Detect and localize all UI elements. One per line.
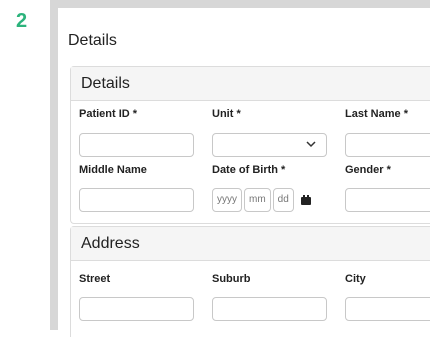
unit-select[interactable] <box>212 133 327 157</box>
dob-month[interactable]: mm <box>244 188 271 212</box>
gender-label: Gender * <box>345 164 391 176</box>
street-input[interactable] <box>79 297 194 321</box>
last-name-input[interactable] <box>345 133 430 157</box>
suburb-label: Suburb <box>212 273 251 285</box>
step-number: 2 <box>16 10 28 32</box>
form-panel: Details Details Patient ID * Unit * Last… <box>58 8 430 337</box>
patient-id-input[interactable] <box>79 133 194 157</box>
middle-name-input[interactable] <box>79 188 194 212</box>
patient-id-label: Patient ID * <box>79 108 138 120</box>
dob-year[interactable]: yyyy <box>212 188 242 212</box>
city-label: City <box>345 273 366 285</box>
last-name-label: Last Name * <box>345 108 408 120</box>
city-input[interactable] <box>345 297 430 321</box>
details-card: Details Patient ID * Unit * Last Name * … <box>70 66 430 224</box>
dob-label: Date of Birth * <box>212 164 286 176</box>
street-label: Street <box>79 273 111 285</box>
details-card-header: Details <box>71 67 430 101</box>
middle-name-label: Middle Name <box>79 164 147 176</box>
suburb-input[interactable] <box>212 297 327 321</box>
address-card-header: Address <box>71 227 430 261</box>
form-title: Details <box>68 32 117 49</box>
gender-input[interactable] <box>345 188 430 212</box>
dob-input[interactable]: yyyy mm dd <box>212 188 311 212</box>
unit-label: Unit * <box>212 108 241 120</box>
address-card: Address Street Suburb City <box>70 226 430 337</box>
calendar-icon[interactable] <box>300 195 311 205</box>
dob-day[interactable]: dd <box>272 188 294 212</box>
chevron-down-icon <box>306 139 316 152</box>
